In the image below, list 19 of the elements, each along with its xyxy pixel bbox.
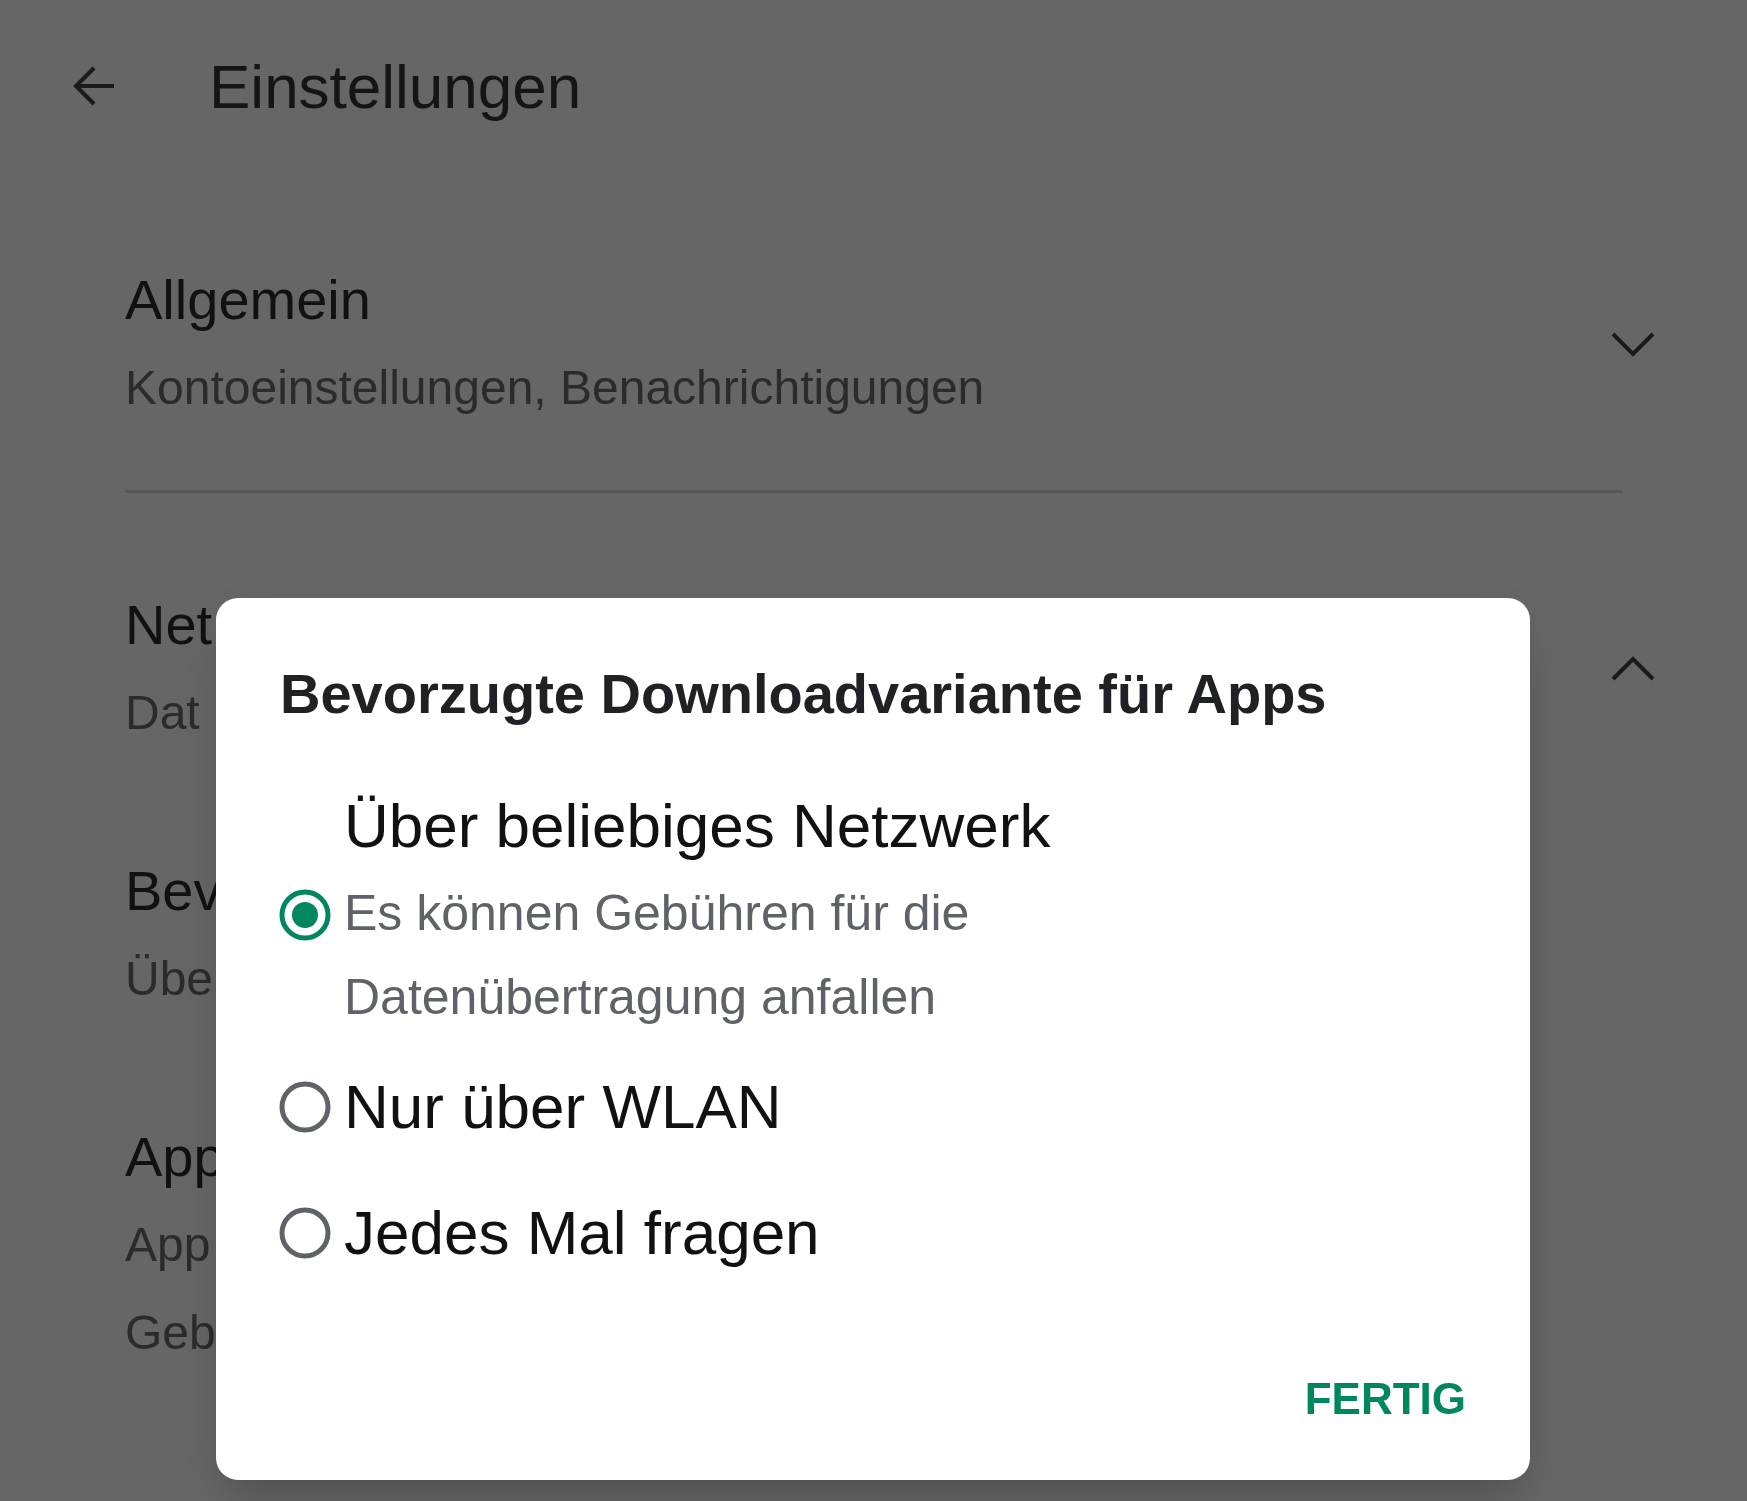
dialog-title: Bevorzugte Downloadvariante für Apps xyxy=(280,661,1328,727)
option-label: Nur über WLAN xyxy=(344,1071,782,1143)
page-title: Einstellungen xyxy=(209,50,582,123)
radio-button[interactable] xyxy=(278,1206,332,1260)
setting-title: Bev xyxy=(125,858,222,924)
radio-button[interactable] xyxy=(278,888,332,942)
setting-description: Dat xyxy=(125,685,200,741)
setting-description: App xyxy=(125,1217,211,1273)
setting-title: Net xyxy=(125,592,213,658)
option-label: Jedes Mal fragen xyxy=(344,1197,820,1269)
back-arrow-icon[interactable] xyxy=(72,66,116,106)
option-label: Über beliebiges Netzwerk xyxy=(344,790,1052,862)
setting-title: Allgemein xyxy=(125,267,371,333)
setting-description: Übe xyxy=(125,951,214,1007)
option-description: Es können Gebühren für die Datenübertragung anfallen xyxy=(344,884,971,1027)
done-button[interactable]: FERTIG xyxy=(1288,1354,1482,1444)
radio-button[interactable] xyxy=(278,1080,332,1134)
setting-description: Geb xyxy=(125,1305,216,1361)
setting-description: Kontoeinstellungen, Benachrichtigungen xyxy=(125,360,985,416)
